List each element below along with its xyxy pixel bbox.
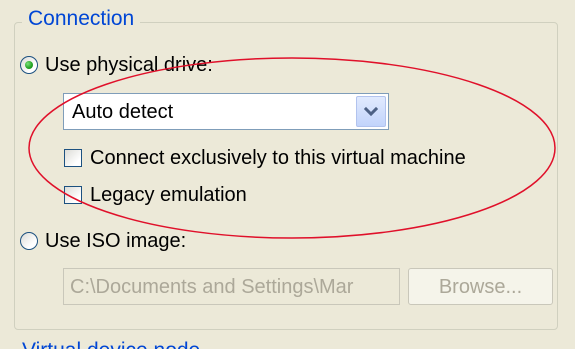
legacy-label: Legacy emulation [90, 184, 247, 206]
physical-drive-option[interactable]: Use physical drive: [20, 53, 213, 77]
exclusive-label: Connect exclusively to this virtual mach… [90, 147, 466, 169]
physical-drive-label: Use physical drive: [45, 54, 213, 76]
virtual-device-node-group-title: Virtual device node [22, 338, 200, 349]
settings-panel: Connection Use physical drive: Auto dete… [0, 0, 575, 349]
iso-image-label: Use ISO image: [45, 230, 187, 252]
iso-path-value: C:\Documents and Settings\Mar [70, 276, 354, 298]
legacy-option[interactable]: Legacy emulation [64, 183, 247, 207]
connection-group-title: Connection [22, 6, 141, 32]
chevron-down-icon [364, 106, 378, 116]
iso-image-option[interactable]: Use ISO image: [20, 229, 186, 253]
exclusive-checkbox[interactable] [64, 149, 82, 167]
legacy-checkbox[interactable] [64, 186, 82, 204]
iso-image-radio[interactable] [20, 232, 38, 250]
dropdown-button[interactable] [356, 96, 386, 127]
exclusive-option[interactable]: Connect exclusively to this virtual mach… [64, 146, 466, 170]
physical-drive-select-value: Auto detect [72, 101, 174, 123]
physical-drive-radio[interactable] [20, 56, 38, 74]
physical-drive-select[interactable]: Auto detect [63, 93, 389, 130]
iso-path-input[interactable]: C:\Documents and Settings\Mar [63, 268, 400, 305]
browse-button[interactable]: Browse... [408, 268, 553, 305]
